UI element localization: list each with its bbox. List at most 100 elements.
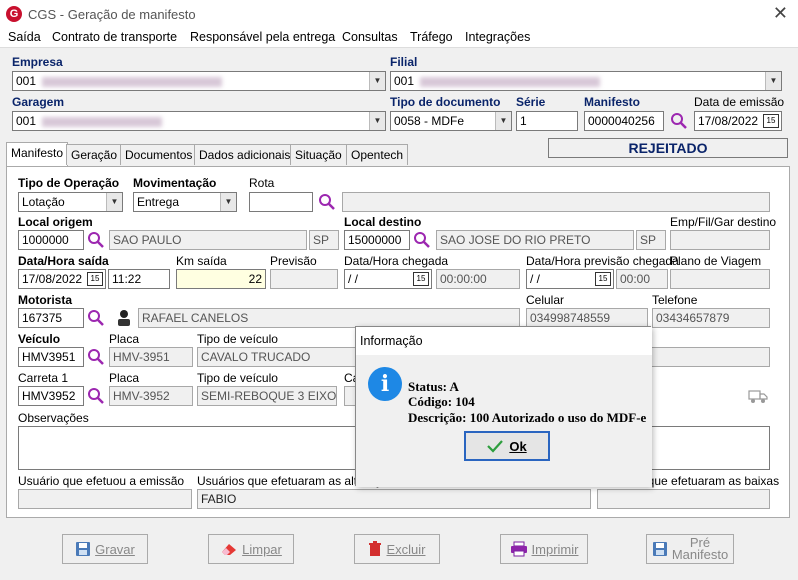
menu-consultas[interactable]: Consultas bbox=[342, 30, 398, 44]
search-icon[interactable] bbox=[87, 348, 105, 366]
dialog-codigo-line: Código: 104 bbox=[408, 394, 475, 409]
data-saida-input[interactable]: 17/08/2022 15 bbox=[18, 269, 106, 289]
search-icon[interactable] bbox=[87, 309, 105, 327]
limpar-button[interactable]: Limpar bbox=[208, 534, 294, 564]
rota-input[interactable] bbox=[249, 192, 313, 212]
data-saida-label: Data/Hora saída bbox=[18, 254, 109, 268]
calendar-icon[interactable]: 15 bbox=[87, 272, 103, 286]
dialog-descricao-line: Descrição: 100 Autorizado o uso do MDF-e bbox=[408, 410, 647, 425]
motorista-code[interactable]: 167375 bbox=[18, 308, 84, 328]
menu-saida[interactable]: Saída bbox=[8, 30, 41, 44]
local-destino-label: Local destino bbox=[344, 215, 422, 229]
save-icon bbox=[652, 542, 667, 556]
pre-manifesto-label-line2: Manifesto bbox=[671, 547, 729, 562]
gravar-label: Gravar bbox=[95, 541, 135, 557]
garagem-select[interactable]: 001 ▼ bbox=[12, 111, 386, 131]
carreta-placa-field: HMV-3952 bbox=[109, 386, 193, 406]
local-origem-label: Local origem bbox=[18, 215, 93, 229]
tipo-doc-select[interactable]: 0058 - MDFe ▼ bbox=[390, 111, 512, 131]
plano-viagem-field bbox=[670, 269, 770, 289]
search-icon[interactable] bbox=[318, 193, 336, 211]
local-destino-uf: SP bbox=[636, 230, 666, 250]
calendar-icon[interactable]: 15 bbox=[413, 272, 429, 286]
search-icon[interactable] bbox=[413, 231, 431, 249]
menu-contrato[interactable]: Contrato de transporte bbox=[52, 30, 177, 44]
local-destino-code[interactable]: 15000000 bbox=[344, 230, 410, 250]
info-icon: i bbox=[368, 367, 402, 401]
tab-manifesto[interactable]: Manifesto bbox=[6, 142, 69, 166]
tab-situacao[interactable]: Situação bbox=[290, 144, 347, 165]
excluir-label: Excluir bbox=[386, 541, 426, 557]
tipo-veiculo-label: Tipo de veículo bbox=[197, 332, 278, 346]
filial-label: Filial bbox=[390, 55, 418, 69]
tab-opentech[interactable]: Opentech bbox=[346, 144, 409, 165]
chevron-down-icon: ▼ bbox=[369, 72, 385, 90]
ok-label: Ok bbox=[509, 438, 527, 454]
telefone-field: 03434657879 bbox=[652, 308, 770, 328]
previsao-field bbox=[270, 269, 338, 289]
celular-field: 034998748559 bbox=[526, 308, 648, 328]
rota-label: Rota bbox=[249, 176, 275, 190]
garagem-label: Garagem bbox=[12, 95, 65, 109]
title-bar: G CGS - Geração de manifesto ✕ bbox=[0, 0, 798, 28]
movimentacao-select[interactable]: Entrega ▼ bbox=[133, 192, 237, 212]
excluir-button[interactable]: Excluir bbox=[354, 534, 440, 564]
menu-bar: Saída Contrato de transporte Responsável… bbox=[0, 28, 798, 48]
menu-responsavel[interactable]: Responsável pela entrega bbox=[190, 30, 335, 44]
manifesto-label: Manifesto bbox=[584, 95, 641, 109]
search-icon[interactable] bbox=[87, 231, 105, 249]
local-origem-code[interactable]: 1000000 bbox=[18, 230, 84, 250]
chegada-date-input[interactable]: / /15 bbox=[344, 269, 432, 289]
tab-documentos[interactable]: Documentos bbox=[120, 144, 198, 165]
km-saida-input[interactable]: 22 bbox=[176, 269, 266, 289]
truck-icon[interactable] bbox=[748, 388, 768, 404]
serie-input[interactable]: 1 bbox=[516, 111, 578, 131]
imprimir-button[interactable]: Imprimir bbox=[500, 534, 588, 564]
tipo-doc-label: Tipo de documento bbox=[390, 95, 501, 109]
search-icon[interactable] bbox=[670, 112, 688, 130]
hora-saida-input[interactable]: 11:22 bbox=[108, 269, 170, 289]
status-badge: REJEITADO bbox=[548, 138, 788, 158]
close-icon[interactable]: ✕ bbox=[773, 3, 788, 24]
pre-manifesto-label: Pré Manifesto bbox=[671, 536, 729, 562]
veiculo-code[interactable]: HMV3951 bbox=[18, 347, 84, 367]
motorista-name: RAFAEL CANELOS bbox=[138, 308, 520, 328]
motorista-label: Motorista bbox=[18, 293, 72, 307]
carreta-code[interactable]: HMV3952 bbox=[18, 386, 84, 406]
chevron-down-icon: ▼ bbox=[765, 72, 781, 90]
filial-select[interactable]: 001 ▼ bbox=[390, 71, 782, 91]
celular-label: Celular bbox=[526, 293, 565, 307]
chegada-time-input[interactable]: 00:00:00 bbox=[436, 269, 520, 289]
empresa-select[interactable]: 001 ▼ bbox=[12, 71, 386, 91]
calendar-icon[interactable]: 15 bbox=[763, 114, 779, 128]
ok-button[interactable]: Ok bbox=[464, 431, 550, 461]
chegada-label: Data/Hora chegada bbox=[344, 254, 449, 268]
carreta-tipo-field: SEMI-REBOQUE 3 EIXOS bbox=[197, 386, 337, 406]
menu-integracoes[interactable]: Integrações bbox=[465, 30, 530, 44]
driver-icon[interactable] bbox=[114, 309, 134, 327]
usuario-emissao-label: Usuário que efetuou a emissão bbox=[18, 474, 185, 488]
prev-chegada-time-input[interactable]: 00:00 bbox=[616, 269, 668, 289]
save-icon bbox=[76, 542, 91, 556]
tab-geracao[interactable]: Geração bbox=[66, 144, 123, 165]
window-title: CGS - Geração de manifesto bbox=[28, 7, 196, 22]
tipo-operacao-select[interactable]: Lotação ▼ bbox=[18, 192, 123, 212]
data-emissao-input[interactable]: 17/08/2022 15 bbox=[694, 111, 782, 131]
manifesto-input[interactable]: 0000040256 bbox=[584, 111, 664, 131]
prev-chegada-date-input[interactable]: / /15 bbox=[526, 269, 614, 289]
search-icon[interactable] bbox=[87, 387, 105, 405]
previsao-label: Previsão bbox=[270, 254, 317, 268]
prev-chegada-label: Data/Hora previsão chegada bbox=[526, 254, 679, 268]
data-emissao-label: Data de emissão bbox=[694, 95, 785, 109]
local-destino-name: SAO JOSE DO RIO PRETO bbox=[436, 230, 634, 250]
chevron-down-icon: ▼ bbox=[495, 112, 511, 130]
calendar-icon[interactable]: 15 bbox=[595, 272, 611, 286]
tipo-operacao-label: Tipo de Operação bbox=[18, 176, 120, 190]
placa-field: HMV-3951 bbox=[109, 347, 193, 367]
gravar-button[interactable]: Gravar bbox=[62, 534, 148, 564]
tab-dados-adicionais[interactable]: Dados adicionais bbox=[194, 144, 296, 165]
observacoes-label: Observações bbox=[18, 411, 89, 425]
pre-manifesto-button[interactable]: Pré Manifesto bbox=[646, 534, 734, 564]
menu-trafego[interactable]: Tráfego bbox=[410, 30, 453, 44]
km-saida-label: Km saída bbox=[176, 254, 227, 268]
